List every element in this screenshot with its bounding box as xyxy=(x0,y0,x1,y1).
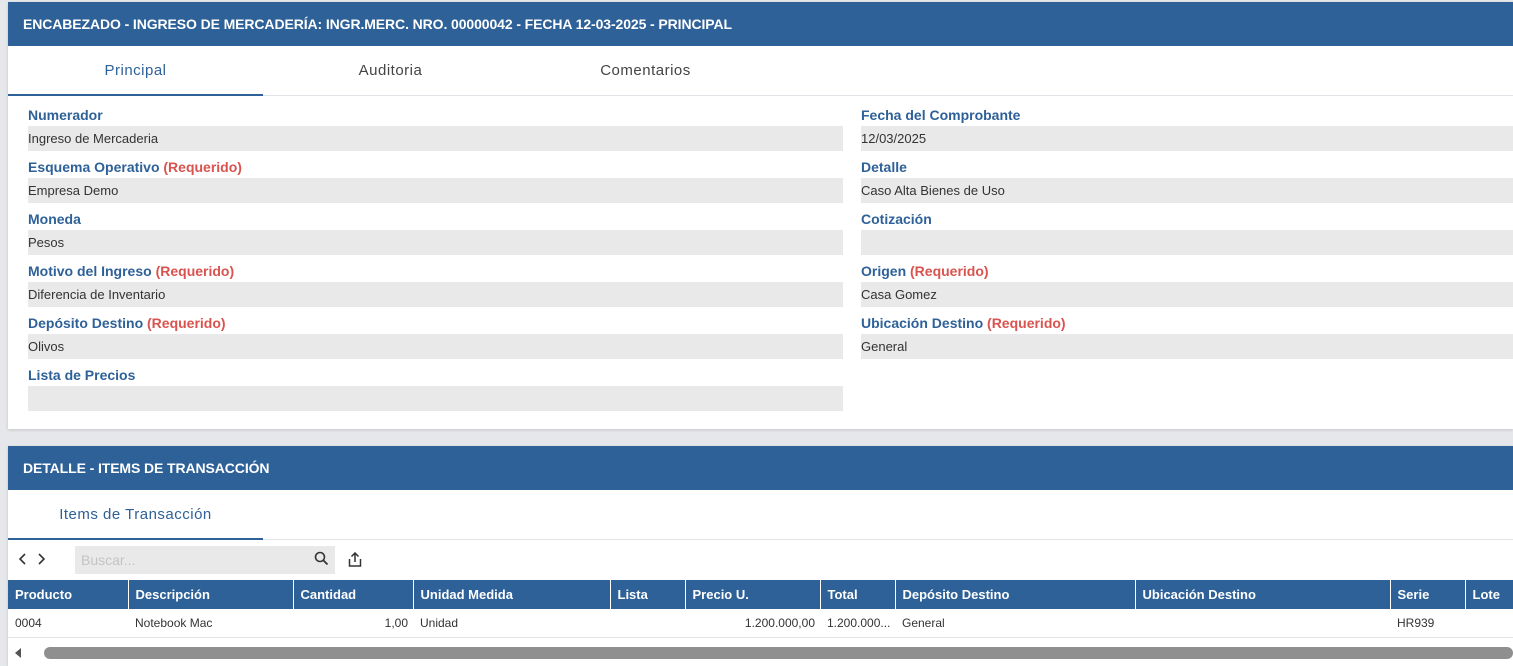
tab-auditoria[interactable]: Auditoria xyxy=(263,46,518,95)
motivo-ingreso-input[interactable]: Diferencia de Inventario xyxy=(28,282,843,307)
origen-input[interactable]: Casa Gomez xyxy=(861,282,1513,307)
field-label: Origen xyxy=(861,263,907,279)
field-label: Motivo del Ingreso xyxy=(28,263,152,279)
cell-ubicacion xyxy=(1135,609,1390,638)
field-moneda: Moneda Pesos xyxy=(28,208,843,255)
cell-lote xyxy=(1465,609,1513,638)
field-cotizacion: Cotización xyxy=(861,208,1513,255)
chevron-left-icon[interactable] xyxy=(18,552,28,568)
search-box xyxy=(75,546,335,574)
cell-serie: HR939 xyxy=(1390,609,1465,638)
column-header[interactable]: Serie xyxy=(1390,580,1466,609)
deposito-destino-input[interactable]: Olivos xyxy=(28,334,843,359)
horizontal-scrollbar[interactable] xyxy=(8,644,1513,662)
cell-lista xyxy=(610,609,685,638)
column-header[interactable]: Cantidad xyxy=(293,580,414,609)
table-row[interactable]: 0004 Notebook Mac 1,00 Unidad 1.200.000,… xyxy=(8,609,1513,638)
required-marker: (Requerido) xyxy=(147,315,226,331)
header-panel: ENCABEZADO - INGRESO DE MERCADERÍA: INGR… xyxy=(8,2,1513,429)
field-label: Ubicación Destino xyxy=(861,315,984,331)
column-header[interactable]: Ubicación Destino xyxy=(1135,580,1391,609)
tab-principal[interactable]: Principal xyxy=(8,46,263,96)
scroll-left-arrow-icon[interactable] xyxy=(8,647,28,659)
column-header[interactable]: Precio U. xyxy=(685,580,821,609)
column-header[interactable]: Lista xyxy=(610,580,686,609)
field-origen: Origen (Requerido) Casa Gomez xyxy=(861,260,1513,307)
numerador-input[interactable]: Ingreso de Mercaderia xyxy=(28,126,843,151)
field-fecha-comprobante: Fecha del Comprobante 12/03/2025 xyxy=(861,104,1513,151)
required-marker: (Requerido) xyxy=(910,263,989,279)
cotizacion-input[interactable] xyxy=(861,230,1513,255)
detalle-input[interactable]: Caso Alta Bienes de Uso xyxy=(861,178,1513,203)
field-numerador: Numerador Ingreso de Mercaderia xyxy=(28,104,843,151)
field-lista-precios: Lista de Precios xyxy=(28,364,843,411)
detail-tabs: Items de Transacción xyxy=(8,490,1513,540)
detail-panel: DETALLE - ITEMS DE TRANSACCIÓN Items de … xyxy=(8,446,1513,666)
moneda-input[interactable]: Pesos xyxy=(28,230,843,255)
column-header[interactable]: Producto xyxy=(8,580,129,609)
required-marker: (Requerido) xyxy=(163,159,242,175)
field-label: Lista de Precios xyxy=(28,367,136,383)
field-label: Moneda xyxy=(28,211,81,227)
scrollbar-thumb[interactable] xyxy=(44,647,1513,659)
header-form: Numerador Ingreso de Mercaderia Esquema … xyxy=(8,96,1513,426)
header-tabs: Principal Auditoria Comentarios xyxy=(8,46,1513,96)
field-motivo-ingreso: Motivo del Ingreso (Requerido) Diferenci… xyxy=(28,260,843,307)
column-header[interactable]: Lote xyxy=(1465,580,1513,609)
cell-precio: 1.200.000,00 xyxy=(685,609,820,638)
cell-unidad: Unidad xyxy=(413,609,610,638)
tab-comentarios[interactable]: Comentarios xyxy=(518,46,773,95)
required-marker: (Requerido) xyxy=(987,315,1066,331)
grid-toolbar xyxy=(8,540,1513,580)
detail-panel-title: DETALLE - ITEMS DE TRANSACCIÓN xyxy=(8,446,1513,490)
field-label: Fecha del Comprobante xyxy=(861,107,1021,123)
items-table: Producto Descripción Cantidad Unidad Med… xyxy=(8,580,1513,638)
ubicacion-destino-input[interactable]: General xyxy=(861,334,1513,359)
field-esquema-operativo: Esquema Operativo (Requerido) Empresa De… xyxy=(28,156,843,203)
column-header[interactable]: Total xyxy=(820,580,896,609)
cell-descripcion: Notebook Mac xyxy=(128,609,293,638)
column-header[interactable]: Unidad Medida xyxy=(413,580,611,609)
table-header-row: Producto Descripción Cantidad Unidad Med… xyxy=(8,580,1513,609)
cell-cantidad: 1,00 xyxy=(293,609,413,638)
field-label: Detalle xyxy=(861,159,907,175)
field-ubicacion-destino: Ubicación Destino (Requerido) General xyxy=(861,312,1513,359)
field-deposito-destino: Depósito Destino (Requerido) Olivos xyxy=(28,312,843,359)
required-marker: (Requerido) xyxy=(155,263,235,279)
field-label: Esquema Operativo xyxy=(28,159,160,175)
cell-producto: 0004 xyxy=(8,609,128,638)
chevron-right-icon[interactable] xyxy=(36,552,46,568)
lista-precios-input[interactable] xyxy=(28,386,843,411)
search-icon[interactable] xyxy=(314,551,329,569)
tab-items-transaccion[interactable]: Items de Transacción xyxy=(8,490,263,540)
field-label: Cotización xyxy=(861,211,932,227)
field-label: Numerador xyxy=(28,107,103,123)
cell-total: 1.200.000... xyxy=(820,609,895,638)
cell-deposito: General xyxy=(895,609,1135,638)
field-detalle: Detalle Caso Alta Bienes de Uso xyxy=(861,156,1513,203)
header-panel-title: ENCABEZADO - INGRESO DE MERCADERÍA: INGR… xyxy=(8,2,1513,46)
search-input[interactable] xyxy=(81,552,281,568)
fecha-comprobante-input[interactable]: 12/03/2025 xyxy=(861,126,1513,151)
column-header[interactable]: Depósito Destino xyxy=(895,580,1136,609)
column-header[interactable]: Descripción xyxy=(128,580,294,609)
nav-arrows xyxy=(8,552,75,568)
field-label: Depósito Destino xyxy=(28,315,144,331)
esquema-operativo-input[interactable]: Empresa Demo xyxy=(28,178,843,203)
export-icon[interactable] xyxy=(347,551,363,568)
